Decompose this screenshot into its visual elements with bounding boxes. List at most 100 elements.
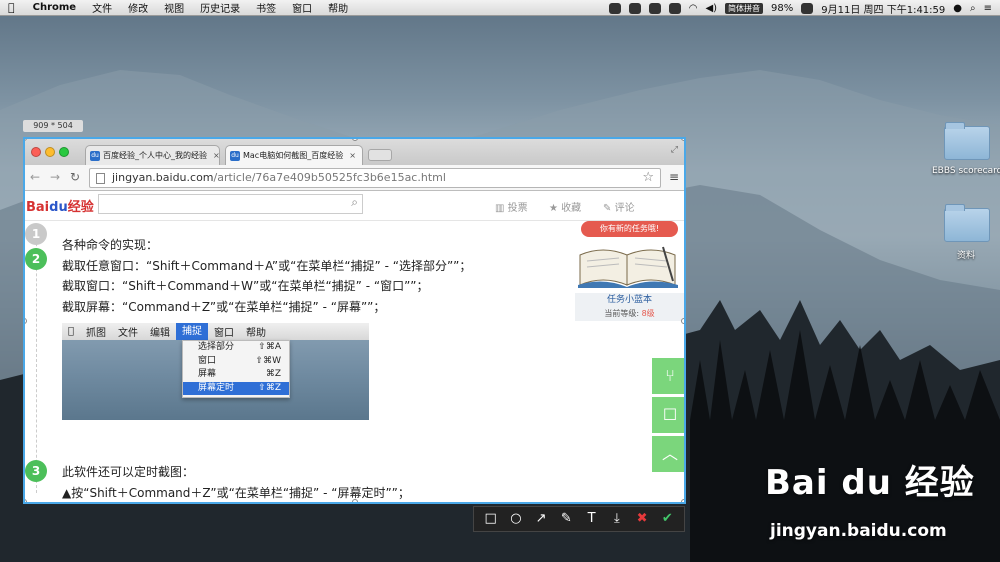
share-button[interactable]: ⑂ <box>652 358 684 394</box>
folder-label[interactable]: EBBS scorecard <box>932 166 1000 176</box>
user-icon[interactable]: ● <box>953 3 962 14</box>
menu-extras: ◠ ◀) 简体拼音 98% 9月11日 周四 下午1:41:59 ● ⌕ ≡ <box>608 0 1000 16</box>
qq-icon[interactable] <box>608 2 621 14</box>
cancel-icon[interactable]: ✖ <box>631 509 653 529</box>
notification-center-icon[interactable]: ≡ <box>984 3 992 14</box>
article-line: ▲按“Shift＋Command＋Z”或“在菜单栏“捕捉” - “屏幕定时””； <box>62 486 410 500</box>
forward-icon[interactable]: → <box>50 170 60 184</box>
folder-icon[interactable] <box>944 122 990 160</box>
comment-link[interactable]: ✎ 评论 <box>603 199 635 214</box>
feedback-button[interactable]: ☐ <box>652 397 684 433</box>
apple-menu-icon[interactable]:  <box>0 1 25 14</box>
battery-percent[interactable]: 98% <box>771 3 793 14</box>
brush-icon[interactable]: ✎ <box>555 509 577 529</box>
task-banner[interactable]: 你有新的任务哦! <box>581 221 678 237</box>
tab-title: 百度经验_个人中心_我的经验 <box>103 151 207 160</box>
tab-mac-screenshot[interactable]: du Mac电脑如何截图_百度经验 × <box>225 145 363 165</box>
article-line: 截取窗口：“Shift＋Command＋W”或“在菜单栏“捕捉” - “窗口””… <box>62 279 429 293</box>
step-badge-3: 3 <box>25 460 47 482</box>
resize-handle[interactable] <box>681 318 684 324</box>
clock[interactable]: 9月11日 周四 下午1:41:59 <box>821 1 945 16</box>
bookmark-star-icon[interactable]: ☆ <box>642 169 654 187</box>
dropbox-icon[interactable] <box>648 2 661 14</box>
tray-app-icon[interactable] <box>628 2 641 14</box>
menu-edit[interactable]: 修改 <box>120 0 156 15</box>
watermark-url: jingyan.baidu.com <box>770 521 947 541</box>
article-line: 截取任意窗口：“Shift＋Command＋A”或“在菜单栏“捕捉” - “选择… <box>62 259 472 273</box>
back-to-top-button[interactable]: ︿ <box>652 436 684 472</box>
ellipse-icon[interactable]: ○ <box>505 509 527 529</box>
battery-icon[interactable] <box>801 2 814 14</box>
address-bar[interactable]: jingyan.baidu.com/article/76a7e409b50525… <box>89 168 661 188</box>
search-icon[interactable]: ⌕ <box>351 195 358 210</box>
close-window-button[interactable] <box>31 147 41 157</box>
wifi-icon[interactable]: ◠ <box>689 3 698 14</box>
article-line: 截取屏幕：“Command＋Z”或“在菜单栏“捕捉” - “屏幕””； <box>62 300 386 314</box>
back-icon[interactable]: ← <box>30 170 40 184</box>
menu-file[interactable]: 文件 <box>84 0 120 15</box>
url-host: jingyan.baidu.com <box>112 171 214 184</box>
step-timeline <box>36 233 37 493</box>
tab-close-icon[interactable]: × <box>213 151 219 160</box>
confirm-icon[interactable]: ✔ <box>656 509 678 529</box>
tab-my-experience[interactable]: du 百度经验_个人中心_我的经验 × <box>85 145 220 165</box>
site-search-input[interactable]: ⌕ <box>98 194 363 214</box>
task-name[interactable]: 任务小蓝本 <box>575 293 684 307</box>
rectangle-icon[interactable]: □ <box>480 509 502 529</box>
volume-icon[interactable]: ◀) <box>705 3 717 14</box>
bluetooth-icon[interactable] <box>668 2 681 14</box>
baidu-favicon-icon: du <box>90 150 100 161</box>
minimize-window-button[interactable] <box>45 147 55 157</box>
reload-icon[interactable]: ↻ <box>70 170 80 184</box>
apple-icon:  <box>62 326 80 337</box>
folder-label[interactable]: 资料 <box>936 248 996 261</box>
zoom-window-button[interactable] <box>59 147 69 157</box>
save-icon[interactable]: ⤓ <box>606 509 628 529</box>
url-path: /article/76a7e409b50525fc3b6e15ac.html <box>213 171 446 184</box>
fullscreen-icon[interactable]: ⤢ <box>671 145 678 155</box>
menu-view[interactable]: 视图 <box>156 0 192 15</box>
mock-menu-bar:  抓图 文件 编辑 捕捉 窗口 帮助 <box>62 323 369 340</box>
system-menu-bar:  Chrome 文件 修改 视图 历史记录 书签 窗口 帮助 ◠ ◀) 简体拼… <box>0 0 1000 16</box>
capture-size-label: 909 * 504 <box>23 120 83 132</box>
menu-bookmarks[interactable]: 书签 <box>248 0 284 15</box>
mock-capture-menu: 选择部分 ⇧⌘A 窗口 ⇧⌘W 屏幕 ⌘Z 屏幕定时 ⇧⌘Z <box>182 340 290 398</box>
favorite-link[interactable]: ★ 收藏 <box>549 199 581 214</box>
resize-handle[interactable] <box>352 499 358 502</box>
article-line: 此软件还可以定时截图： <box>62 465 195 479</box>
task-widget[interactable]: 你有新的任务哦! 任务小蓝本 当前等级: 8级 <box>575 221 684 325</box>
folder-icon[interactable] <box>944 204 990 242</box>
menu-app-chrome[interactable]: Chrome <box>25 2 84 13</box>
chat-icon: ☐ <box>662 405 678 424</box>
tab-title: Mac电脑如何截图_百度经验 <box>243 151 344 160</box>
article-image:  抓图 文件 编辑 捕捉 窗口 帮助 选择部分⇧⌘A 窗口⇧⌘W 屏幕⌘Z 屏… <box>62 323 369 420</box>
chevron-up-icon: ︿ <box>661 444 678 463</box>
browser-toolbar: ← → ↻ jingyan.baidu.com/article/76a7e409… <box>25 165 684 191</box>
text-icon[interactable]: T <box>581 509 603 529</box>
resize-handle[interactable] <box>681 139 684 141</box>
capture-region[interactable]: du 百度经验_个人中心_我的经验 × du Mac电脑如何截图_百度经验 × … <box>23 137 686 504</box>
resize-handle[interactable] <box>25 499 27 502</box>
search-icon[interactable]: ⌕ <box>970 3 976 14</box>
resize-handle[interactable] <box>681 499 684 502</box>
menu-help[interactable]: 帮助 <box>320 0 356 15</box>
baidu-jingyan-logo[interactable]: Baidu经验 <box>26 196 94 215</box>
step-badge-2: 2 <box>25 248 47 270</box>
arrow-icon[interactable]: ↗ <box>530 509 552 529</box>
task-level: 当前等级: 8级 <box>575 307 684 321</box>
menu-window[interactable]: 窗口 <box>284 0 320 15</box>
watermark-logo: Bai du 经验 <box>765 463 975 503</box>
chrome-menu-icon[interactable]: ≡ <box>669 170 679 184</box>
vote-link[interactable]: ▥ 投票 <box>495 199 528 214</box>
step-badge-1: 1 <box>25 223 47 245</box>
menu-history[interactable]: 历史记录 <box>192 0 248 15</box>
pencil-icon: ✎ <box>603 203 612 214</box>
page-icon <box>96 173 105 184</box>
article-content: 1 2 3 各种命令的实现： 截取任意窗口：“Shift＋Command＋A”或… <box>25 221 684 502</box>
input-method-indicator[interactable]: 简体拼音 <box>725 2 764 14</box>
baidu-favicon-icon: du <box>230 150 240 161</box>
new-tab-button[interactable] <box>368 149 392 161</box>
open-book-icon <box>578 246 678 288</box>
baidu-jingyan-watermark: Bai du 经验 jingyan.baidu.com <box>765 455 995 555</box>
tab-close-icon[interactable]: × <box>349 151 356 160</box>
